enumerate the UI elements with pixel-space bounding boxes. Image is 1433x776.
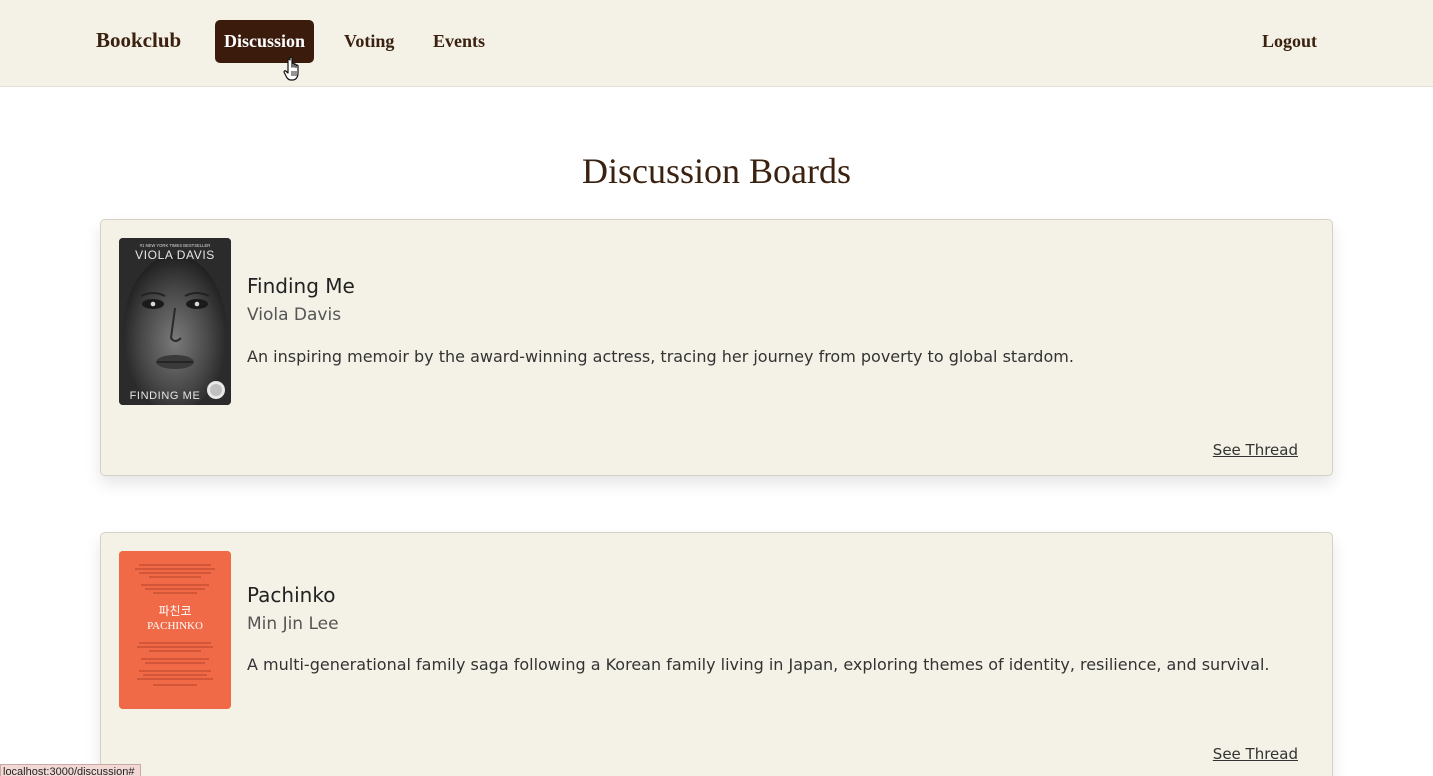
page-title: Discussion Boards — [582, 151, 851, 191]
cover-korean-text: 파친코 — [158, 604, 191, 618]
book-title: Pachinko — [247, 583, 336, 607]
top-navbar: Bookclub Discussion Voting Events Logout — [0, 0, 1433, 87]
pachinko-cover-art: 파친코 PACHINKO — [119, 551, 231, 709]
portrait-cover-art: #1 NEW YORK TIMES BESTSELLER VIOLA DAVIS… — [119, 238, 231, 405]
cover-title-text: PACHINKO — [147, 620, 203, 632]
book-description: A multi-generational family saga followi… — [247, 655, 1270, 674]
book-card: #1 NEW YORK TIMES BESTSELLER VIOLA DAVIS… — [100, 219, 1333, 476]
book-card: 파친코 PACHINKO Pachinko Min Jin Lee A mult… — [100, 532, 1333, 776]
logout-link[interactable]: Logout — [1262, 20, 1317, 63]
book-cover-finding-me: #1 NEW YORK TIMES BESTSELLER VIOLA DAVIS… — [119, 238, 231, 405]
status-bar-url: localhost:3000/discussion# — [0, 764, 142, 776]
book-author: Viola Davis — [247, 305, 342, 325]
book-title: Finding Me — [247, 274, 355, 298]
see-thread-link[interactable]: See Thread — [1213, 441, 1298, 459]
nav-link-voting[interactable]: Voting — [344, 20, 394, 63]
see-thread-link[interactable]: See Thread — [1213, 745, 1298, 763]
book-description: An inspiring memoir by the award-winning… — [247, 347, 1074, 366]
hand-pointer-cursor-icon — [283, 56, 299, 81]
book-cover-pachinko: 파친코 PACHINKO — [119, 551, 231, 709]
cover-top-text: VIOLA DAVIS — [135, 248, 215, 262]
nav-link-events[interactable]: Events — [433, 20, 485, 63]
brand-logo[interactable]: Bookclub — [96, 28, 181, 53]
book-author: Min Jin Lee — [247, 614, 339, 634]
cover-bottom-text: FINDING ME — [130, 390, 201, 402]
